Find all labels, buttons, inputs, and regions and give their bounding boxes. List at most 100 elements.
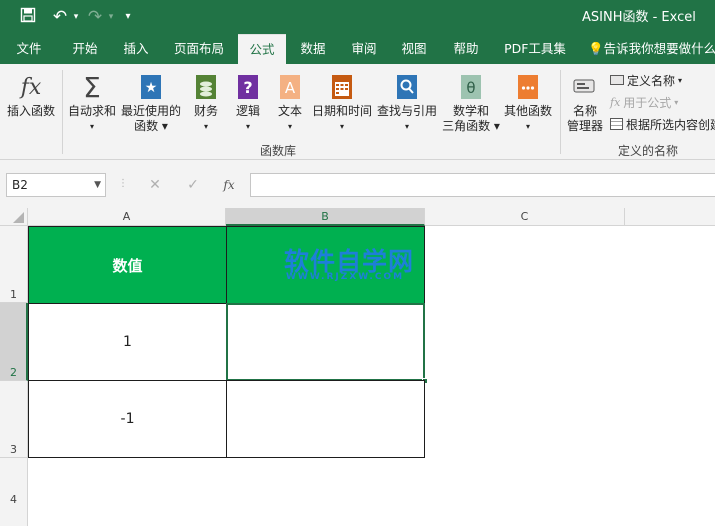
fx-icon: fx (20, 74, 42, 100)
chevron-down-icon: ▾ (339, 122, 344, 131)
text-book-icon: A (277, 72, 303, 102)
math-trig-button[interactable]: θ 数学和 三角函数 ▾ (442, 70, 500, 142)
cell-a2[interactable]: 1 (28, 303, 227, 381)
column-header-a[interactable]: A (28, 208, 226, 226)
question-book-icon: ? (235, 72, 261, 102)
recently-used-button[interactable]: ★ 最近使用的 函数 ▾ (120, 70, 182, 142)
svg-text:θ: θ (466, 79, 475, 97)
star-book-icon: ★ (138, 72, 164, 102)
financial-icon (193, 72, 219, 102)
save-icon[interactable] (18, 7, 38, 27)
cell-a1[interactable]: 数值 (28, 226, 227, 304)
chevron-down-icon[interactable]: ▼ (94, 174, 101, 196)
financial-button[interactable]: 财务 ▾ (188, 70, 224, 142)
window-title: ASINH函数 - Excel (582, 10, 696, 25)
row-header-1[interactable]: 1 (0, 226, 28, 303)
formula-bar-area: B2 ▼ ⋮ ✕ ✓ fx (0, 160, 715, 208)
calendar-icon (329, 72, 355, 102)
insert-function-icon[interactable]: fx (218, 173, 240, 197)
cell-b2-selected[interactable] (226, 303, 425, 381)
recently-used-label-2: 函数 ▾ (134, 119, 168, 133)
ribbon-tabs: 文件 开始 插入 页面布局 公式 数据 审阅 视图 帮助 PDF工具集 💡告诉我… (0, 34, 715, 64)
use-in-formula-button: fx 用于公式 ▾ (610, 92, 678, 112)
tab-page-layout[interactable]: 页面布局 (168, 34, 230, 64)
ribbon: fx 插入函数 Σ 自动求和 ▾ ★ 最近使用的 函数 ▾ 财务 ▾ ? 逻辑 … (0, 64, 715, 160)
name-box-value: B2 (12, 178, 28, 192)
autosum-label: 自动求和 (67, 104, 116, 118)
define-name-icon (610, 75, 624, 85)
enter-icon[interactable]: ✓ (182, 173, 204, 197)
select-all-corner[interactable] (0, 208, 28, 226)
tab-file[interactable]: 文件 (6, 34, 52, 64)
cell-a3[interactable]: -1 (28, 380, 227, 458)
tab-data[interactable]: 数据 (290, 34, 336, 64)
chevron-down-icon: ▾ (89, 122, 94, 131)
row-header-2[interactable]: 2 (0, 303, 28, 381)
more-functions-button[interactable]: 其他函数 ▾ (502, 70, 554, 142)
tab-help[interactable]: 帮助 (443, 34, 489, 64)
undo-dropdown-icon[interactable]: ▾ (66, 7, 86, 27)
create-from-selection-button[interactable]: 根据所选内容创建 (610, 114, 715, 134)
text-button[interactable]: A 文本 ▾ (272, 70, 308, 142)
ribbon-separator (62, 70, 63, 154)
chevron-down-icon: ▾ (678, 75, 683, 85)
svg-text:A: A (285, 79, 296, 97)
tab-review[interactable]: 审阅 (341, 34, 387, 64)
financial-label: 财务 (193, 104, 218, 118)
name-manager-label-1: 名称 (572, 104, 597, 118)
lookup-button[interactable]: 查找与引用 ▾ (376, 70, 438, 142)
name-tag-icon (572, 72, 598, 102)
insert-function-button[interactable]: fx 插入函数 (4, 70, 58, 142)
define-name-button[interactable]: 定义名称 ▾ (610, 70, 682, 90)
tab-formulas[interactable]: 公式 (238, 34, 286, 64)
chevron-down-icon: ▾ (674, 97, 679, 107)
chevron-down-icon: ▾ (203, 122, 208, 131)
text-label: 文本 (277, 104, 302, 118)
chevron-down-icon: ▾ (525, 122, 530, 131)
tell-me-text: 告诉我你想要做什么 (603, 41, 715, 56)
logical-label: 逻辑 (235, 104, 260, 118)
use-in-formula-icon: fx (610, 95, 621, 109)
tell-me-box[interactable]: 💡告诉我你想要做什么 (588, 34, 715, 64)
create-from-selection-label: 根据所选内容创建 (626, 117, 715, 132)
logical-button[interactable]: ? 逻辑 ▾ (230, 70, 266, 142)
svg-text:★: ★ (145, 80, 158, 96)
autosum-button[interactable]: Σ 自动求和 ▾ (66, 70, 118, 142)
customize-toolbar-icon[interactable]: ▾ (118, 7, 138, 27)
cell-b3[interactable] (226, 380, 425, 458)
recently-used-label-1: 最近使用的 (120, 104, 181, 118)
svg-text:?: ? (243, 78, 252, 97)
math-label-2: 三角函数 ▾ (442, 119, 500, 133)
group-label-defined-names: 定义的名称 (618, 144, 679, 158)
define-name-label: 定义名称 (627, 73, 676, 88)
lookup-label: 查找与引用 (376, 104, 437, 118)
sigma-icon: Σ (83, 70, 101, 104)
column-header-b[interactable]: B (226, 208, 425, 226)
more-functions-label: 其他函数 (503, 104, 552, 118)
column-header-next[interactable] (625, 208, 715, 226)
name-manager-label-2: 管理器 (566, 119, 603, 133)
formula-bar-grip: ⋮ (118, 178, 128, 189)
tab-pdf-tools[interactable]: PDF工具集 (500, 34, 570, 64)
cancel-icon[interactable]: ✕ (144, 173, 166, 197)
math-label-1: 数学和 (452, 104, 489, 118)
name-manager-button[interactable]: 名称 管理器 (564, 70, 606, 142)
ribbon-separator (560, 70, 561, 154)
date-time-label: 日期和时间 (312, 104, 373, 118)
title-bar: ↶ ▾ ↷ ▾ ▾ ASINH函数 - Excel (0, 0, 715, 34)
row-header-4[interactable]: 4 (0, 458, 28, 526)
date-time-button[interactable]: 日期和时间 ▾ (312, 70, 372, 142)
row-header-3[interactable]: 3 (0, 381, 28, 458)
formula-input[interactable] (250, 173, 715, 197)
name-box[interactable]: B2 ▼ (6, 173, 106, 197)
chevron-down-icon: ▾ (287, 122, 292, 131)
column-header-c[interactable]: C (425, 208, 625, 226)
chevron-down-icon: ▾ (404, 122, 409, 131)
create-from-selection-icon (610, 118, 623, 130)
use-in-formula-label: 用于公式 (623, 95, 672, 110)
tab-view[interactable]: 视图 (391, 34, 437, 64)
theta-book-icon: θ (458, 72, 484, 102)
tab-insert[interactable]: 插入 (113, 34, 159, 64)
tab-home[interactable]: 开始 (62, 34, 108, 64)
lightbulb-icon: 💡 (588, 41, 604, 56)
